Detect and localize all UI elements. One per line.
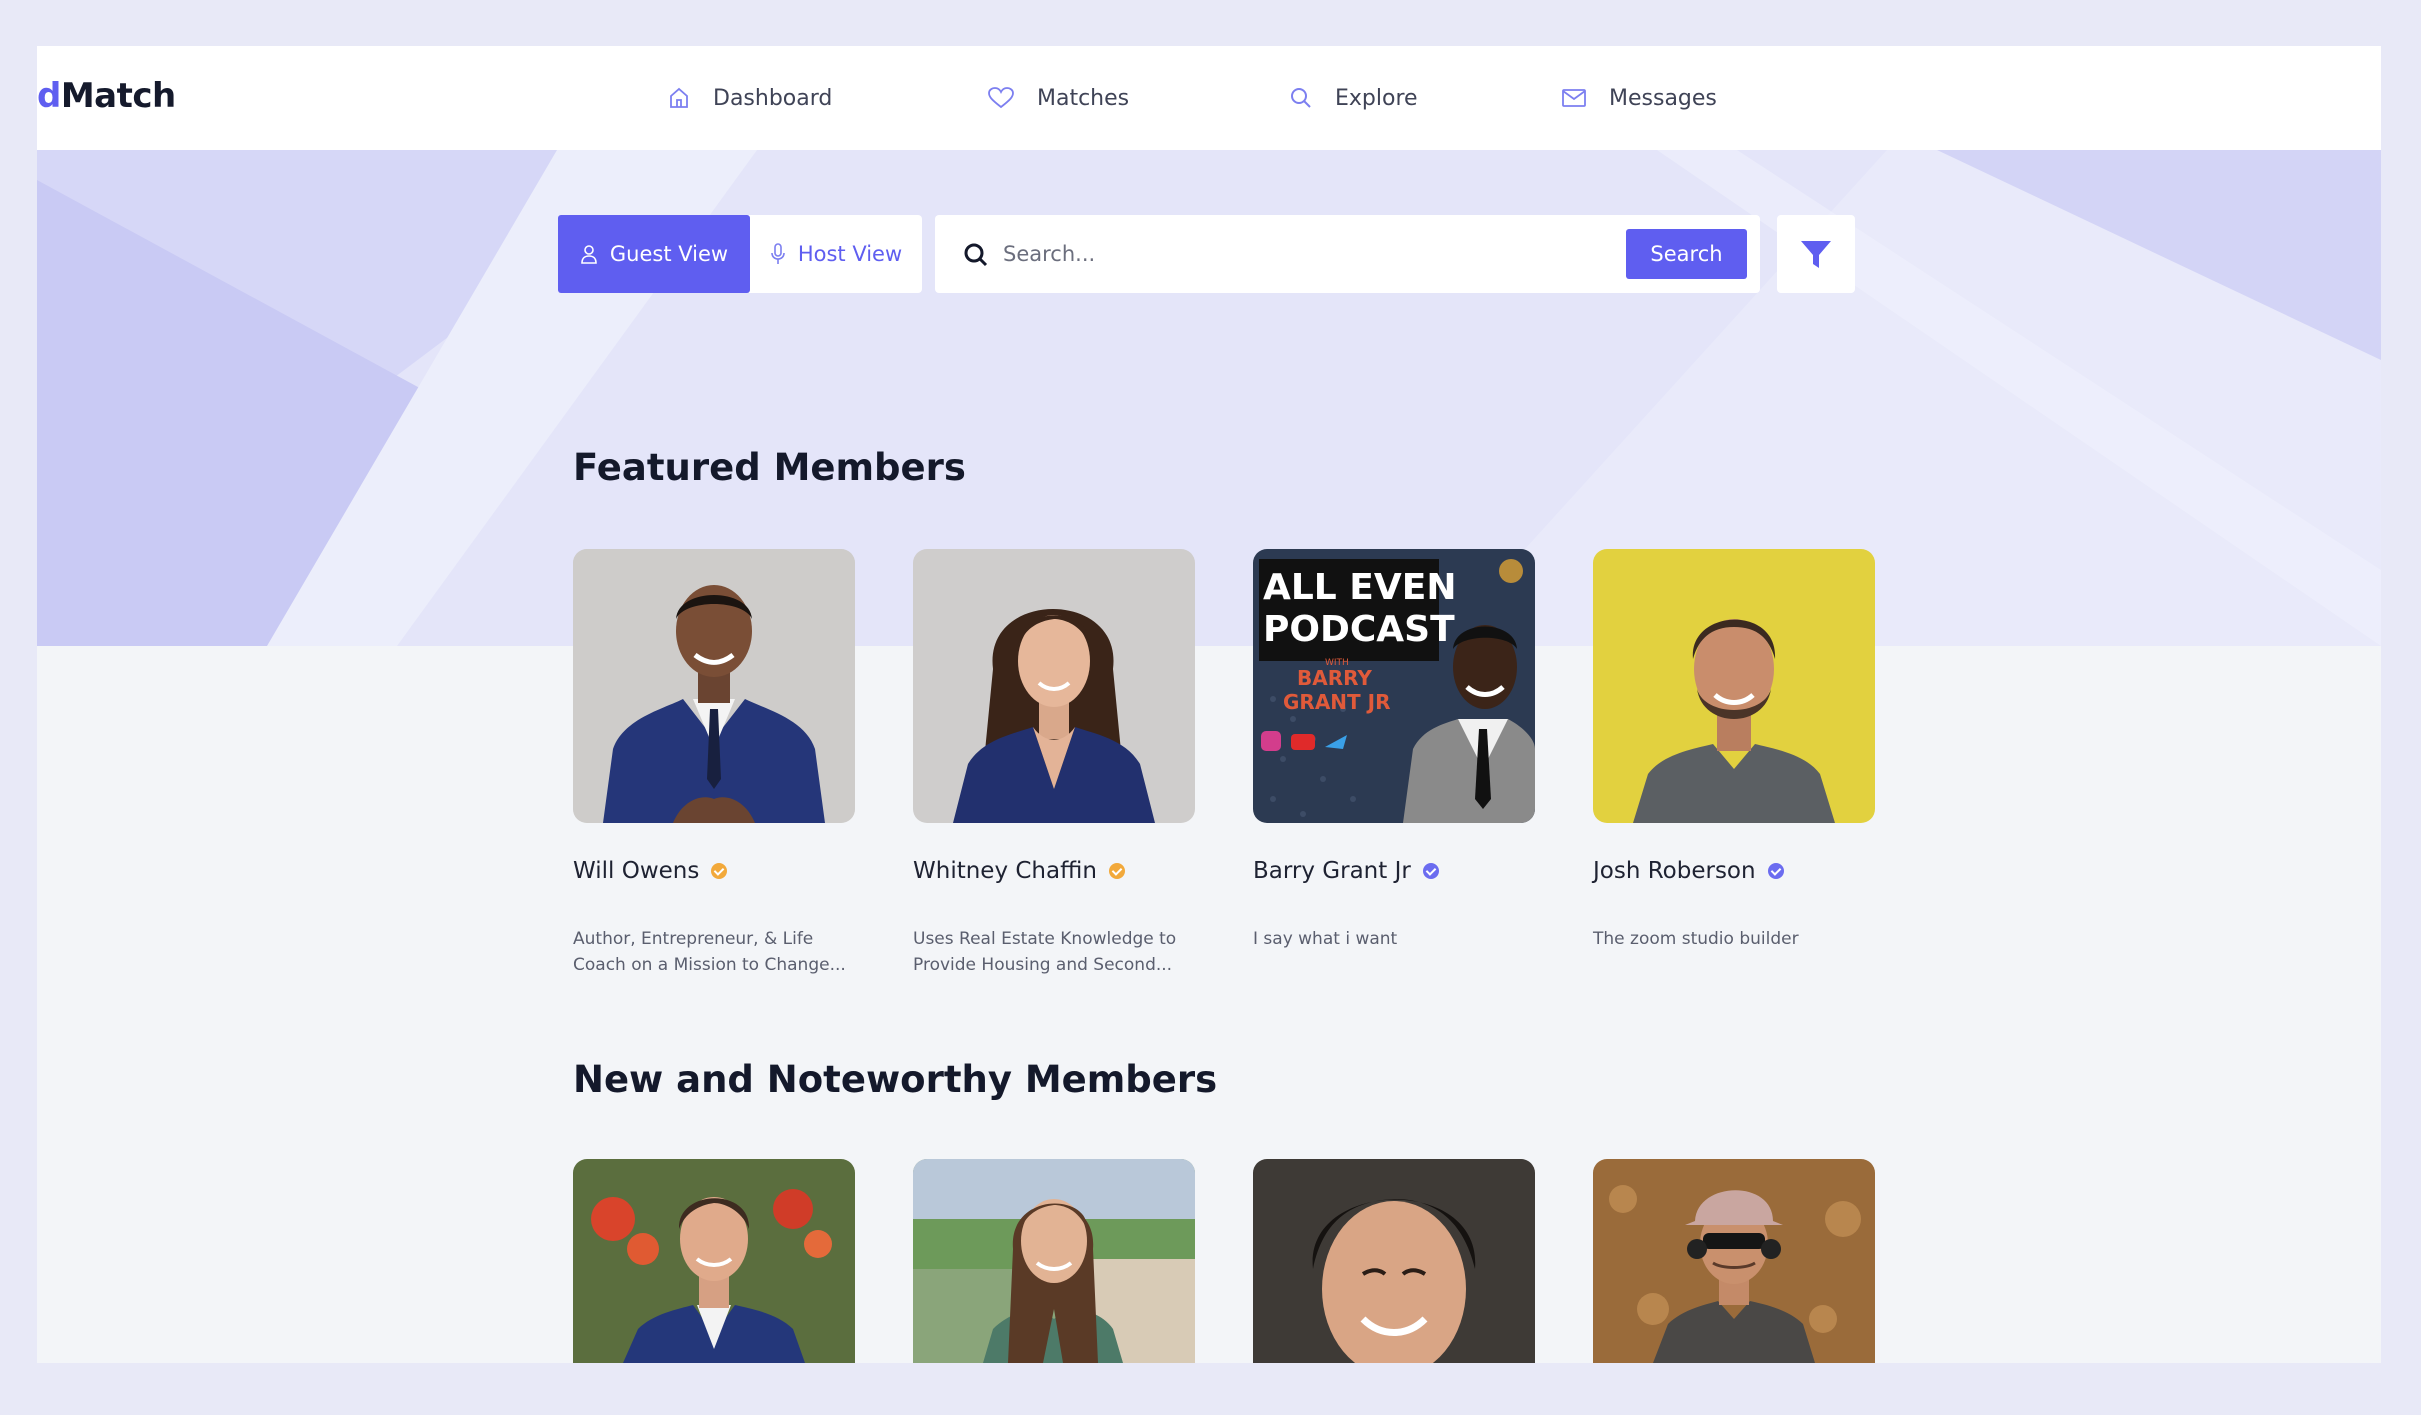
- microphone-icon: [771, 243, 785, 264]
- noteworthy-members-heading: New and Noteworthy Members: [573, 1058, 1218, 1101]
- member-photo: [573, 1159, 855, 1363]
- app-window: dMatch Dashboard Matches Explore Message…: [37, 46, 2381, 1363]
- member-name: Josh Roberson: [1593, 858, 1756, 884]
- host-view-button[interactable]: Host View: [750, 215, 922, 293]
- verified-badge-icon: [1422, 863, 1439, 879]
- member-bio: Author, Entrepreneur, & Life Coach on a …: [573, 929, 846, 975]
- nav-messages[interactable]: Messages: [1561, 80, 1717, 116]
- member-name: Will Owens: [573, 858, 700, 884]
- view-toggle: Guest View Host View: [558, 215, 922, 293]
- heart-icon: [988, 87, 1014, 109]
- nav-dashboard[interactable]: Dashboard: [667, 80, 832, 116]
- member-card[interactable]: ALL EVEN PODCAST WITH BARRY GRANT JR Bar…: [1253, 549, 1535, 952]
- member-name: Whitney Chaffin: [913, 858, 1097, 884]
- svg-text:BARRY: BARRY: [1297, 666, 1372, 690]
- brand-logo[interactable]: dMatch: [37, 76, 176, 116]
- search-icon: [964, 243, 988, 267]
- member-bio: I say what i want: [1253, 929, 1398, 949]
- member-card[interactable]: [1253, 1159, 1535, 1363]
- nav-explore[interactable]: Explore: [1289, 80, 1418, 116]
- verified-badge-icon: [1108, 863, 1125, 879]
- member-card[interactable]: Will Owens Author, Entrepreneur, & Life …: [573, 549, 855, 978]
- svg-text:GRANT JR: GRANT JR: [1283, 690, 1390, 714]
- filter-button[interactable]: [1777, 215, 1855, 293]
- member-bio: Uses Real Estate Knowledge to Provide Ho…: [913, 929, 1177, 975]
- member-card[interactable]: Josh Roberson The zoom studio builder: [1593, 549, 1875, 952]
- member-photo: [913, 1159, 1195, 1363]
- member-bio: The zoom studio builder: [1593, 929, 1799, 949]
- home-icon: [670, 87, 688, 108]
- member-photo: [573, 549, 855, 823]
- verified-badge-icon: [711, 863, 728, 879]
- svg-text:PODCAST: PODCAST: [1263, 609, 1455, 650]
- member-card[interactable]: [913, 1159, 1195, 1363]
- search-input[interactable]: [1003, 233, 1623, 275]
- member-photo: [913, 549, 1195, 823]
- member-name: Barry Grant Jr: [1253, 858, 1411, 884]
- search-button[interactable]: Search: [1626, 229, 1747, 279]
- member-card[interactable]: [1593, 1159, 1875, 1363]
- podcast-cover-image: ALL EVEN PODCAST WITH BARRY GRANT JR: [1253, 549, 1535, 823]
- featured-members-heading: Featured Members: [573, 446, 966, 489]
- nav-matches[interactable]: Matches: [987, 80, 1129, 116]
- search-icon: [1291, 88, 1311, 108]
- member-card[interactable]: [573, 1159, 855, 1363]
- mail-icon: [1562, 89, 1586, 107]
- user-icon: [581, 245, 597, 264]
- svg-text:ALL EVEN: ALL EVEN: [1263, 567, 1456, 608]
- member-photo: [1593, 1159, 1875, 1363]
- member-photo: [1253, 1159, 1535, 1363]
- verified-badge-icon: [1767, 863, 1784, 879]
- member-photo: [1593, 549, 1875, 823]
- filter-icon: [1801, 241, 1831, 268]
- guest-view-button[interactable]: Guest View: [558, 215, 750, 293]
- member-card[interactable]: Whitney Chaffin Uses Real Estate Knowled…: [913, 549, 1195, 978]
- top-navigation: dMatch Dashboard Matches Explore Message…: [37, 46, 2381, 150]
